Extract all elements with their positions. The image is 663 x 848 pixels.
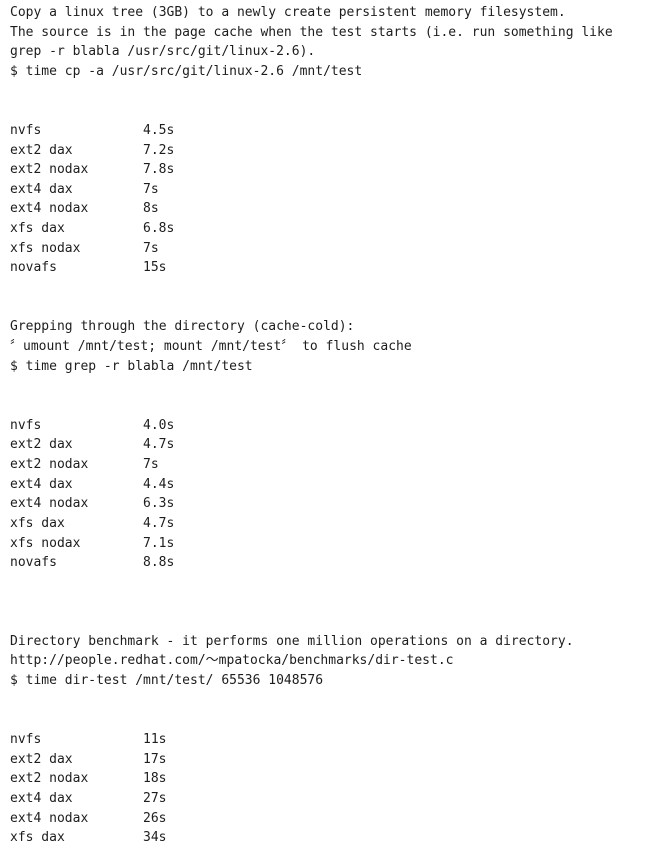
- table-row: ext4 dax 4.4s: [10, 475, 340, 495]
- time-value: 7.1s: [143, 535, 175, 551]
- benchmark-report: Copy a linux tree (3GB) to a newly creat…: [0, 0, 663, 848]
- table-row: xfs nodax 7.1s: [10, 534, 340, 554]
- section-copy-benchmark: Copy a linux tree (3GB) to a newly creat…: [10, 3, 663, 278]
- filesystem-label: xfs dax: [10, 515, 65, 531]
- time-value: 7.2s: [143, 142, 175, 158]
- time-value: 17s: [143, 751, 167, 767]
- time-value: 4.5s: [143, 122, 175, 138]
- shell-command: $ time grep -r blabla /mnt/test: [10, 358, 253, 374]
- shell-command: $ time dir-test /mnt/test/ 65536 1048576: [10, 673, 324, 689]
- filesystem-label: ext2 dax: [10, 751, 73, 767]
- time-value: 6.8s: [143, 221, 175, 237]
- section-description-line: grep -r blabla /usr/src/git/linux-2.6).: [10, 44, 316, 60]
- time-value: 15s: [143, 260, 167, 276]
- table-row: ext2 dax 7.2s: [10, 141, 340, 161]
- table-row: ext2 nodax 7s: [10, 455, 340, 475]
- filesystem-label: ext4 dax: [10, 181, 73, 197]
- table-row: novafs 8.8s: [10, 553, 340, 573]
- filesystem-label: ext4 nodax: [10, 810, 89, 826]
- filesystem-label: nvfs: [10, 417, 42, 433]
- time-value: 8s: [143, 201, 159, 217]
- section-description-line: 〞umount /mnt/test; mount /mnt/test〞 to f…: [10, 339, 412, 355]
- table-row: nvfs 11s: [10, 730, 340, 750]
- results-table: nvfs 11s ext2 dax 17s ext2 nodax 18s ext…: [10, 730, 340, 848]
- time-value: 7s: [143, 181, 159, 197]
- time-value: 7s: [143, 456, 159, 472]
- time-value: 4.0s: [143, 417, 175, 433]
- results-table: nvfs 4.5s ext2 dax 7.2s ext2 nodax 7.8s …: [10, 121, 340, 278]
- section-description-line: Grepping through the directory (cache-co…: [10, 319, 355, 335]
- filesystem-label: xfs dax: [10, 221, 65, 237]
- time-value: 7s: [143, 240, 159, 256]
- time-value: 4.4s: [143, 476, 175, 492]
- table-row: xfs dax 34s: [10, 828, 340, 848]
- time-value: 11s: [143, 732, 167, 748]
- filesystem-label: novafs: [10, 555, 57, 571]
- section-grep-benchmark: Grepping through the directory (cache-co…: [10, 317, 663, 572]
- table-row: ext4 nodax 6.3s: [10, 494, 340, 514]
- filesystem-label: ext2 nodax: [10, 771, 89, 787]
- table-row: ext2 nodax 7.8s: [10, 160, 340, 180]
- time-value: 34s: [143, 830, 167, 846]
- time-value: 7.8s: [143, 162, 175, 178]
- filesystem-label: xfs nodax: [10, 240, 81, 256]
- table-row: ext4 nodax 26s: [10, 809, 340, 829]
- filesystem-label: ext4 dax: [10, 476, 73, 492]
- section-description-line: Copy a linux tree (3GB) to a newly creat…: [10, 5, 566, 20]
- time-value: 26s: [143, 810, 167, 826]
- filesystem-label: ext2 nodax: [10, 456, 89, 472]
- filesystem-label: ext4 nodax: [10, 496, 89, 512]
- time-value: 27s: [143, 791, 167, 806]
- benchmark-source-url: http://people.redhat.com/〜mpatocka/bench…: [10, 653, 454, 669]
- filesystem-label: ext4 dax: [10, 791, 73, 806]
- shell-command: $ time cp -a /usr/src/git/linux-2.6 /mnt…: [10, 63, 363, 79]
- table-row: ext4 nodax 8s: [10, 199, 340, 219]
- section-description-line: Directory benchmark - it performs one mi…: [10, 633, 574, 649]
- table-row: ext4 dax 27s: [10, 789, 340, 809]
- table-row: novafs 15s: [10, 258, 340, 278]
- time-value: 8.8s: [143, 555, 175, 571]
- time-value: 6.3s: [143, 496, 175, 512]
- section-directory-benchmark: Directory benchmark - it performs one mi…: [10, 632, 663, 848]
- table-row: ext4 dax 7s: [10, 180, 340, 200]
- table-row: nvfs 4.0s: [10, 416, 340, 436]
- filesystem-label: nvfs: [10, 122, 42, 138]
- results-table: nvfs 4.0s ext2 dax 4.7s ext2 nodax 7s ex…: [10, 416, 340, 573]
- filesystem-label: ext2 nodax: [10, 162, 89, 178]
- filesystem-label: xfs nodax: [10, 535, 81, 551]
- table-row: ext2 dax 4.7s: [10, 435, 340, 455]
- table-row: nvfs 4.5s: [10, 121, 340, 141]
- filesystem-label: xfs dax: [10, 830, 65, 846]
- time-value: 4.7s: [143, 515, 175, 531]
- section-description-line: The source is in the page cache when the…: [10, 24, 613, 40]
- time-value: 18s: [143, 771, 167, 787]
- table-row: xfs nodax 7s: [10, 239, 340, 259]
- table-row: xfs dax 6.8s: [10, 219, 340, 239]
- filesystem-label: ext4 nodax: [10, 201, 89, 217]
- table-row: xfs dax 4.7s: [10, 514, 340, 534]
- filesystem-label: ext2 dax: [10, 437, 73, 453]
- filesystem-label: novafs: [10, 260, 57, 276]
- table-row: ext2 dax 17s: [10, 750, 340, 770]
- filesystem-label: nvfs: [10, 732, 42, 748]
- time-value: 4.7s: [143, 437, 175, 453]
- filesystem-label: ext2 dax: [10, 142, 73, 158]
- table-row: ext2 nodax 18s: [10, 769, 340, 789]
